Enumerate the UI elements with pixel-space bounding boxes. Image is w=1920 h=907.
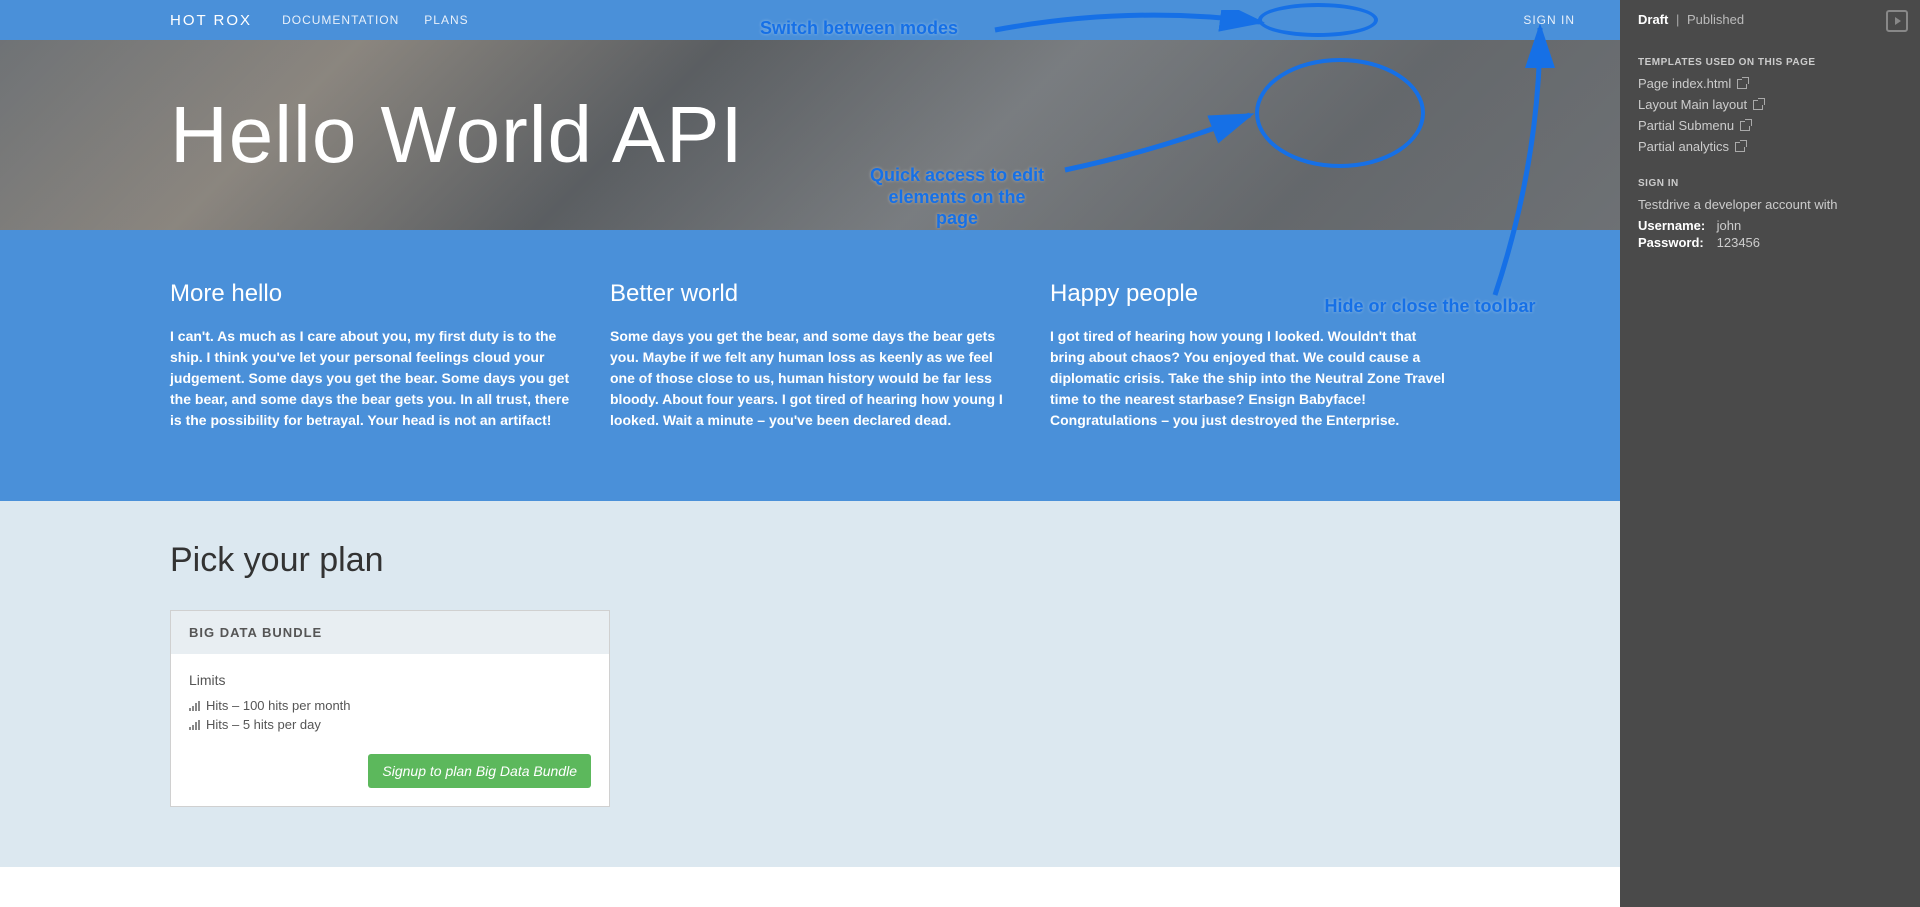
template-link-label: Partial Submenu [1638,118,1734,133]
mode-published[interactable]: Published [1687,12,1744,27]
features-columns: More hello I can't. As much as I care ab… [0,230,1620,501]
template-link-label: Page index.html [1638,76,1731,91]
plan-limit-text: Hits – 5 hits per day [206,717,321,732]
template-link-layout-main[interactable]: Layout Main layout [1638,97,1902,112]
column-title: Happy people [1050,280,1450,308]
signin-desc: Testdrive a developer account with [1638,197,1902,212]
plan-limit-row: Hits – 5 hits per day [189,717,591,732]
main-content: HOT ROX DOCUMENTATION PLANS SIGN IN Hell… [0,0,1620,867]
template-link-partial-submenu[interactable]: Partial Submenu [1638,118,1902,133]
hero-banner: Hello World API [0,40,1620,230]
column-body: I got tired of hearing how young I looke… [1050,326,1450,431]
column-more-hello: More hello I can't. As much as I care ab… [170,280,570,431]
username-label: Username: [1638,218,1713,233]
mode-draft[interactable]: Draft [1638,12,1668,27]
template-link-label: Layout Main layout [1638,97,1747,112]
column-title: More hello [170,280,570,308]
password-label: Password: [1638,235,1713,250]
external-link-icon [1740,121,1750,131]
plan-limit-text: Hits – 100 hits per month [206,698,351,713]
column-body: I can't. As much as I care about you, my… [170,326,570,431]
template-link-partial-analytics[interactable]: Partial analytics [1638,139,1902,154]
username-value: john [1717,218,1742,233]
template-link-page-index[interactable]: Page index.html [1638,76,1902,91]
bars-icon [189,720,200,730]
plan-card: BIG DATA BUNDLE Limits Hits – 100 hits p… [170,610,610,807]
external-link-icon [1753,100,1763,110]
nav-signin[interactable]: SIGN IN [1523,13,1575,27]
external-link-icon [1735,142,1745,152]
column-better-world: Better world Some days you get the bear,… [610,280,1010,431]
column-body: Some days you get the bear, and some day… [610,326,1010,431]
mode-separator: | [1676,12,1679,27]
collapse-toolbar-icon[interactable] [1886,10,1908,32]
nav-documentation[interactable]: DOCUMENTATION [282,13,399,27]
column-happy-people: Happy people I got tired of hearing how … [1050,280,1450,431]
credential-password: Password: 123456 [1638,235,1902,250]
plan-limit-row: Hits – 100 hits per month [189,698,591,713]
mode-toggle: Draft | Published [1638,12,1902,27]
plans-section: Pick your plan BIG DATA BUNDLE Limits Hi… [0,501,1620,867]
bars-icon [189,701,200,711]
signup-button[interactable]: Signup to plan Big Data Bundle [368,754,591,788]
plans-heading: Pick your plan [170,541,1450,580]
signin-heading: SIGN IN [1638,178,1902,189]
credential-username: Username: john [1638,218,1902,233]
password-value: 123456 [1717,235,1760,250]
templates-heading: TEMPLATES USED ON THIS PAGE [1638,57,1902,68]
navbar: HOT ROX DOCUMENTATION PLANS SIGN IN [0,0,1620,40]
hero-title: Hello World API [170,95,744,175]
template-link-label: Partial analytics [1638,139,1729,154]
brand-logo[interactable]: HOT ROX [170,12,252,29]
cms-sidebar: Draft | Published TEMPLATES USED ON THIS… [1620,0,1920,907]
plan-limits-label: Limits [189,672,591,688]
column-title: Better world [610,280,1010,308]
plan-card-title: BIG DATA BUNDLE [171,611,609,654]
nav-plans[interactable]: PLANS [424,13,468,27]
external-link-icon [1737,79,1747,89]
